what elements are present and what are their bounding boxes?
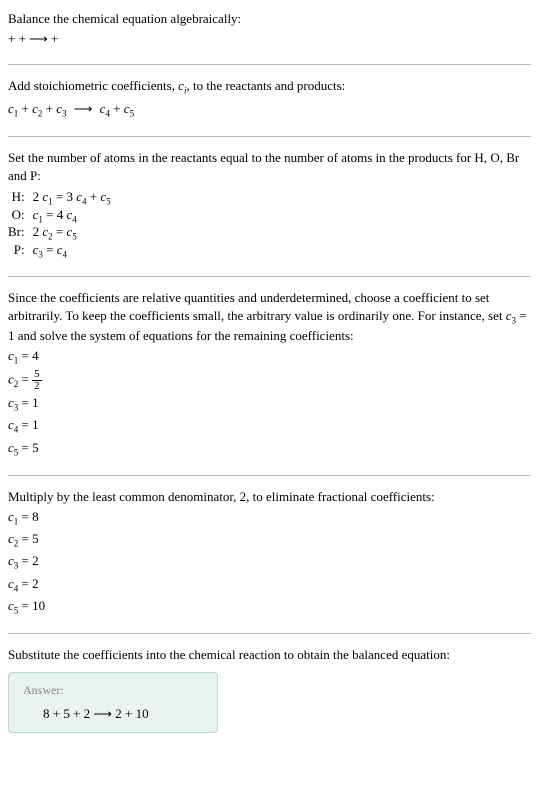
coefficient-row: c5 = 10 bbox=[8, 597, 531, 617]
solve2-section: Multiply by the least common denominator… bbox=[8, 488, 531, 617]
atoms-equation: c1 = 4 c4 bbox=[33, 207, 111, 225]
atoms-element-label: H: bbox=[8, 189, 33, 207]
atoms-table: H:2 c1 = 3 c4 + c5O:c1 = 4 c4Br:2 c2 = c… bbox=[8, 189, 111, 259]
atoms-row: P:c3 = c4 bbox=[8, 242, 111, 260]
atoms-element-label: P: bbox=[8, 242, 33, 260]
coefficient-row: c5 = 5 bbox=[8, 439, 531, 459]
intro-title: Balance the chemical equation algebraica… bbox=[8, 10, 531, 28]
answer-box: Answer: 8 + 5 + 2 ⟶ 2 + 10 bbox=[8, 672, 218, 733]
intro-section: Balance the chemical equation algebraica… bbox=[8, 10, 531, 48]
coefficient-row: c2 = 5 bbox=[8, 530, 531, 550]
coefficient-row: c4 = 2 bbox=[8, 575, 531, 595]
answer-eq: 8 + 5 + 2 ⟶ 2 + 10 bbox=[23, 706, 203, 722]
divider bbox=[8, 276, 531, 277]
divider bbox=[8, 633, 531, 634]
intro-eq: + + ⟶ + bbox=[8, 30, 531, 48]
atoms-section: Set the number of atoms in the reactants… bbox=[8, 149, 531, 260]
divider bbox=[8, 136, 531, 137]
coefficient-row: c3 = 2 bbox=[8, 552, 531, 572]
divider bbox=[8, 64, 531, 65]
atoms-row: O:c1 = 4 c4 bbox=[8, 207, 111, 225]
atoms-element-label: O: bbox=[8, 207, 33, 225]
final-intro: Substitute the coefficients into the che… bbox=[8, 646, 531, 664]
final-section: Substitute the coefficients into the che… bbox=[8, 646, 531, 733]
step1-section: Add stoichiometric coefficients, ci, to … bbox=[8, 77, 531, 119]
atoms-equation: 2 c2 = c5 bbox=[33, 224, 111, 242]
coefficient-row: c3 = 1 bbox=[8, 394, 531, 414]
atoms-equation: 2 c1 = 3 c4 + c5 bbox=[33, 189, 111, 207]
answer-label: Answer: bbox=[23, 683, 203, 698]
solve2-list: c1 = 8c2 = 5c3 = 2 c4 = 2c5 = 10 bbox=[8, 508, 531, 617]
solve1-intro: Since the coefficients are relative quan… bbox=[8, 289, 531, 346]
solve1-list: c1 = 4c2 = 52c3 = 1c4 = 1 c5 = 5 bbox=[8, 347, 531, 459]
coefficient-row: c4 = 1 bbox=[8, 416, 531, 436]
atoms-intro: Set the number of atoms in the reactants… bbox=[8, 149, 531, 185]
coefficient-row: c1 = 8 bbox=[8, 508, 531, 528]
step1-eq: c1 + c2 + c3 ⟶ c4 + c5 bbox=[8, 100, 531, 120]
solve2-intro: Multiply by the least common denominator… bbox=[8, 488, 531, 506]
atoms-equation: c3 = c4 bbox=[33, 242, 111, 260]
coefficient-row: c1 = 4 bbox=[8, 347, 531, 367]
atoms-element-label: Br: bbox=[8, 224, 33, 242]
atoms-row: H:2 c1 = 3 c4 + c5 bbox=[8, 189, 111, 207]
coefficient-row: c2 = 52 bbox=[8, 369, 531, 392]
solve1-section: Since the coefficients are relative quan… bbox=[8, 289, 531, 459]
atoms-row: Br:2 c2 = c5 bbox=[8, 224, 111, 242]
step1-text: Add stoichiometric coefficients, ci, to … bbox=[8, 77, 531, 97]
divider bbox=[8, 475, 531, 476]
